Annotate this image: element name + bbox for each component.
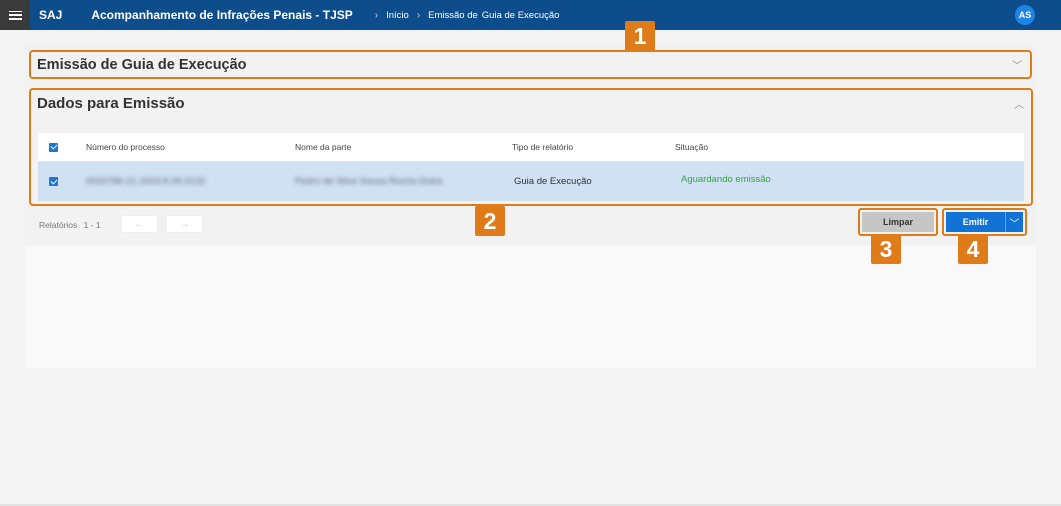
chevron-up-icon[interactable]: ︿ bbox=[1014, 96, 1024, 111]
chevron-down-icon[interactable]: ﹀ bbox=[1005, 212, 1023, 232]
content-area bbox=[25, 246, 1036, 368]
col-situacao: Situação bbox=[675, 142, 709, 152]
col-nome: Nome da parte bbox=[295, 142, 352, 152]
callout-4: 4 bbox=[958, 234, 988, 264]
panel-emissao-guia[interactable]: Emissão de Guia de Execução ﹀ bbox=[29, 50, 1032, 79]
next-page-button[interactable]: → bbox=[166, 215, 203, 233]
table-row[interactable]: 0000786-21.2003.8.26.0132 Pedro de Silva… bbox=[38, 162, 1024, 201]
chevron-down-icon[interactable]: ﹀ bbox=[1012, 57, 1022, 72]
chevron-right-icon: › bbox=[416, 9, 421, 21]
col-numero: Número do processo bbox=[86, 142, 165, 152]
col-tipo: Tipo de relatório bbox=[512, 142, 574, 152]
callout-3: 3 bbox=[871, 234, 901, 264]
cell-numero: 0000786-21.2003.8.26.0132 bbox=[86, 176, 206, 187]
cell-tipo: Guia de Execução bbox=[514, 176, 592, 187]
breadcrumb-guia: Guia de Execução bbox=[481, 9, 560, 21]
breadcrumb-emissao: Emissão de bbox=[428, 9, 478, 21]
panel-title: Emissão de Guia de Execução bbox=[37, 56, 247, 73]
panel-dados-emissao: Dados para Emissão ︿ Número do processo … bbox=[29, 88, 1033, 206]
prev-page-button[interactable]: ← bbox=[121, 215, 158, 233]
breadcrumb: › Início › Emissão de Guia de Execução bbox=[367, 10, 560, 21]
emitir-button-frame: Emitir ﹀ bbox=[942, 208, 1027, 236]
table-header: Número do processo Nome da parte Tipo de… bbox=[38, 133, 1024, 162]
relatorios-count: Relatórios 1 - 1 bbox=[39, 220, 101, 230]
cell-nome: Pedro de Silva Souza Rocha Dutra bbox=[295, 176, 443, 187]
emitir-button[interactable]: Emitir ﹀ bbox=[946, 212, 1023, 232]
breadcrumb-inicio[interactable]: Início bbox=[386, 10, 409, 21]
emitir-label: Emitir bbox=[962, 217, 989, 227]
avatar[interactable]: AS bbox=[1015, 5, 1035, 25]
select-all-checkbox[interactable] bbox=[49, 142, 58, 152]
menu-icon[interactable] bbox=[0, 0, 30, 30]
chevron-right-icon: › bbox=[374, 9, 379, 21]
callout-2: 2 bbox=[475, 206, 505, 236]
panel-title: Dados para Emissão bbox=[37, 95, 185, 112]
row-checkbox[interactable] bbox=[49, 177, 58, 186]
status-badge: Aguardando emissão bbox=[681, 174, 771, 185]
top-bar: SAJ Acompanhamento de Infrações Penais -… bbox=[0, 0, 1061, 30]
limpar-button[interactable]: Limpar bbox=[862, 212, 934, 232]
app-title: Acompanhamento de Infrações Penais - TJS… bbox=[91, 8, 353, 22]
callout-1: 1 bbox=[625, 21, 655, 51]
results-table: Número do processo Nome da parte Tipo de… bbox=[38, 133, 1024, 201]
limpar-button-frame: Limpar bbox=[858, 208, 938, 236]
brand-logo: SAJ bbox=[39, 8, 63, 22]
